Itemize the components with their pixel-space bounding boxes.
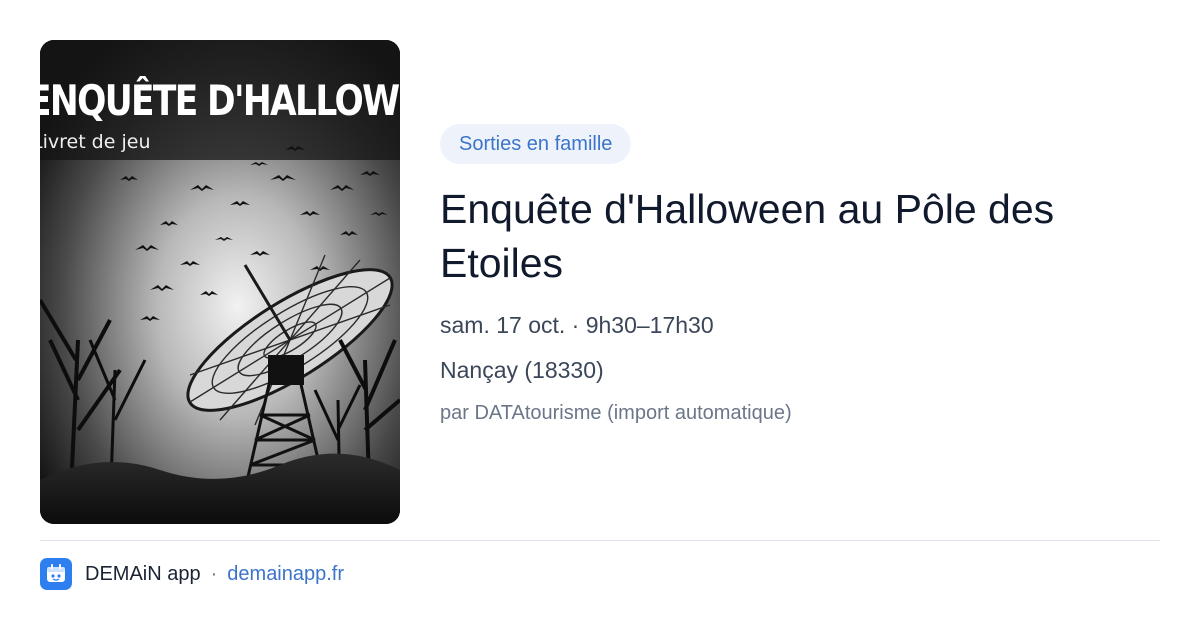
- poster-title: ENQUÊTE D'HALLOWEEN: [40, 76, 400, 125]
- footer-separator: ·: [210, 562, 218, 585]
- app-website-link[interactable]: demainapp.fr: [227, 563, 344, 586]
- app-name: DEMAiN app: [85, 562, 201, 585]
- event-location: Nançay (18330): [440, 357, 604, 383]
- event-title[interactable]: Enquête d'Halloween au Pôle des Etoiles: [440, 182, 1160, 290]
- poster-subtitle: Livret de jeu: [40, 131, 151, 153]
- demain-app-icon: [40, 558, 72, 590]
- event-source: par DATAtourisme (import automatique): [440, 402, 792, 424]
- event-image[interactable]: ENQUÊTE D'HALLOWEEN Livret de jeu: [40, 40, 400, 524]
- footer-divider: [40, 540, 1160, 541]
- event-date-time: sam. 17 oct. · 9h30–17h30: [440, 312, 714, 338]
- category-badge[interactable]: Sorties en famille: [440, 124, 632, 164]
- footer: DEMAiN app · demainapp.fr: [40, 558, 344, 590]
